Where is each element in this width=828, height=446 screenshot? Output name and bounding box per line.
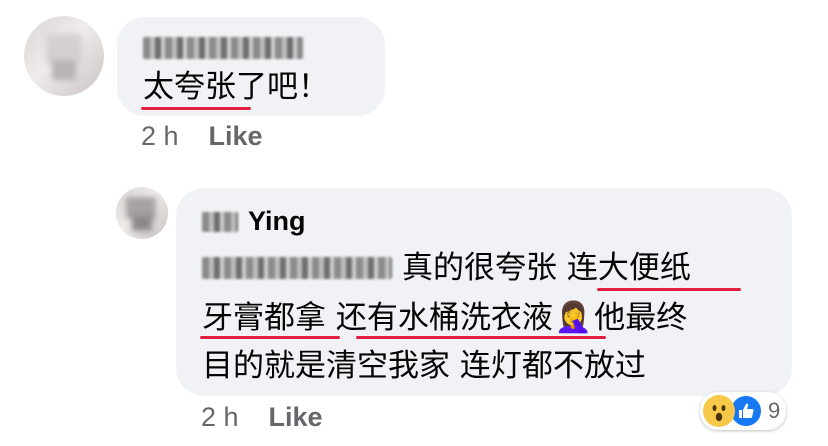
wow-icon (703, 395, 735, 427)
author-name-blurred[interactable] (143, 37, 303, 59)
comment-time[interactable]: 2 h (141, 121, 179, 152)
reply-line-4: 目的就是清空我家 连灯都不放过 (202, 348, 646, 384)
annotation-underline (356, 336, 606, 339)
reply-line-2: 牙膏都拿 还有水桶洗衣液 (202, 300, 553, 336)
comment-text: 太夸张了吧！ (143, 69, 329, 105)
annotation-underline (141, 107, 251, 110)
comment-meta: 2 h Like (141, 121, 263, 152)
annotation-underline (597, 288, 741, 291)
reply-avatar[interactable] (116, 187, 168, 239)
like-button[interactable]: Like (269, 402, 323, 433)
annotation-underline (200, 336, 340, 339)
reply-time[interactable]: 2 h (201, 402, 239, 433)
commenter-avatar[interactable] (24, 16, 104, 96)
mention-tag-blurred[interactable] (202, 257, 392, 279)
reactions-summary[interactable]: 9 (700, 392, 787, 430)
reaction-count: 9 (768, 398, 781, 423)
facepalm-emoji-icon: 🤦‍♀️ (554, 300, 593, 335)
reply-line-1: 真的很夸张 连大便纸 (402, 250, 691, 286)
reply-author[interactable]: Ying (248, 206, 306, 237)
author-name-blurred[interactable] (202, 211, 238, 232)
reply-bubble: Ying 真的很夸张 连大便纸 牙膏都拿 还有水桶洗衣液 🤦‍♀️ 他最终 目的… (176, 188, 792, 396)
like-button[interactable]: Like (209, 121, 263, 152)
reply-meta: 2 h Like (201, 402, 323, 433)
reply-line-3: 他最终 (594, 300, 688, 336)
comment-bubble: 太夸张了吧！ (117, 17, 385, 116)
